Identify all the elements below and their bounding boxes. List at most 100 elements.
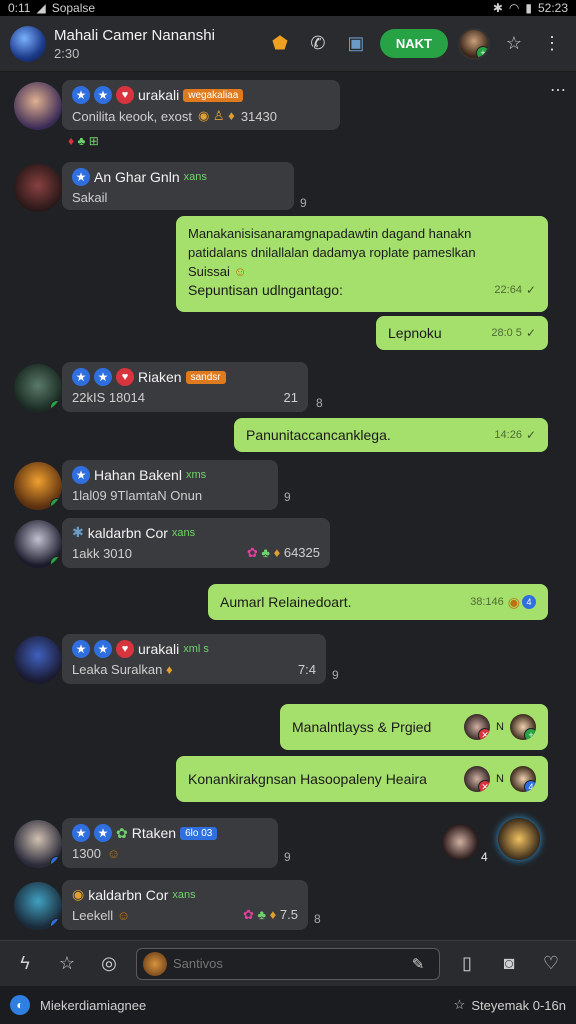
reaction-row[interactable]: ♦ ♣ ⊞ [68,134,99,148]
status-app: Sopalse [51,1,96,15]
bottom-bar: ◐ Miekerdiamiagnee ☆ Steyemak 0-16n [0,986,576,1024]
participant-avatar[interactable]: ✕ [464,714,491,740]
emoji-icon: ☺ [116,907,131,923]
rank-tag: xms [185,469,207,481]
message-meta: 8 [314,912,321,926]
reaction-icon[interactable]: ♣ [77,134,85,148]
reaction-icon[interactable]: ⊞ [89,134,99,148]
incoming-message[interactable]: ★ Hahan Bakenl xms 1lal09 9TlamtaN Onun [62,460,278,510]
message-text: Konankirakgnsan Hasoopaleny Heaira [188,771,427,787]
sender-name[interactable]: Riaken [138,369,182,385]
incoming-message[interactable]: ★ ★ ♥ urakali wegakaliaa Conilita keook,… [62,80,340,130]
heart-icon[interactable]: ♡ [536,949,566,979]
incoming-message[interactable]: ★ ★ ♥ Riaken sandsr 22kIS 18014 21 [62,362,308,412]
sender-name[interactable]: urakali [138,87,179,103]
participant-avatar[interactable] [498,818,540,860]
message-text: Panunitaccancanklega. [246,427,391,443]
sender-name[interactable]: urakali [138,641,179,657]
sender-badge-icon: ✿ [116,824,128,841]
outgoing-message[interactable]: Konankirakgnsan Hasoopaleny Heaira ✕ N 4 [176,756,548,802]
reaction-icon[interactable]: ♦ [68,134,74,148]
sender-avatar[interactable] [14,82,62,130]
message-text: Lepnoku [388,325,442,341]
emoji-icon: ◉ ♙ ♦ [197,108,235,123]
chat-list[interactable]: ⋯ ★ ★ ♥ urakali wegakaliaa Conilita keoo… [0,72,576,940]
outgoing-message[interactable]: Lepnoku 28:0 5 ✓ [376,316,548,350]
sender-avatar[interactable]: + [14,462,62,510]
bottom-left-label[interactable]: Miekerdiamiagnee [40,998,146,1013]
message-text: Manakanisisanaramgnapadawtin dagand hana… [188,226,472,241]
camera-icon[interactable]: ◙ [494,949,524,979]
message-extra: 64325 [283,545,320,560]
online-badge: + [50,856,62,868]
sender-avatar[interactable] [14,636,62,684]
status-icon: 4 [522,595,536,609]
more-horiz-icon[interactable]: ⋯ [544,76,572,104]
group-avatar[interactable] [10,25,46,62]
message-text: Aumarl Relainedoart. [220,594,352,610]
bolt-icon[interactable]: ϟ [10,949,40,979]
online-badge: + [476,45,488,58]
sender-name[interactable]: Rtaken [132,825,176,841]
incoming-message[interactable]: ✱ kaldarbn Cor xans 1akk 3010 ✿ ♣ ♦ 6432… [62,518,330,568]
sender-avatar[interactable]: + [14,520,62,568]
rank-tag: xans [171,526,196,539]
pen-icon[interactable]: ✎ [403,949,433,979]
incoming-message[interactable]: ★ ★ ♥ urakali xml s Leaka Suralkan ♦ 7:4 [62,634,326,684]
star-icon[interactable]: ☆ [52,949,82,979]
more-vert-icon[interactable]: ⋮ [538,30,566,58]
message-input-field[interactable]: ✎ [136,947,440,980]
message-text: 1akk 3010 [72,545,132,561]
participant-badge: + [524,728,536,740]
sender-name[interactable]: kaldarbn Cor [88,525,168,541]
phone-icon[interactable]: ✆ [304,30,332,58]
message-text: Suissai [188,264,230,279]
message-extra: 31430 [240,108,277,124]
sender-avatar[interactable]: + [14,364,62,412]
incoming-message[interactable]: ★ ★ ✿ Rtaken 6lo 03 1300 ☺ [62,818,278,868]
sender-name[interactable]: Hahan Bakenl [94,467,182,483]
participant-avatar[interactable]: + [510,714,536,740]
outgoing-message[interactable]: Aumarl Relainedoart. 38:146 ◉ 4 [208,584,548,620]
next-button[interactable]: NAKT [379,29,448,58]
rank-tag: xans [172,888,196,901]
cards-icon[interactable]: ▣ [342,30,370,58]
star-icon[interactable]: ☆ [500,30,528,58]
user-avatar[interactable]: + [458,27,490,60]
sender-name[interactable]: An Ghar Gnln [94,169,180,185]
message-text: Manalntlayss & Prgied [292,719,432,735]
participant-avatar[interactable]: ✕ [464,766,491,792]
header-titles[interactable]: Mahali Camer Nananshi 2:30 [54,27,215,61]
incoming-message[interactable]: ★ An Ghar Gnln xans Sakail [62,162,294,210]
message-meta: 8 [316,396,323,410]
star-icon[interactable]: ☆ [454,997,466,1013]
status-time: 0:11 [8,1,31,15]
outgoing-message[interactable]: Manalntlayss & Prgied ✕ N + [280,704,548,750]
star-badge-icon: ★ [72,86,90,104]
participant-badge: ✕ [478,728,491,740]
attachment-icon[interactable]: ▯ [452,949,482,979]
chat-header: Mahali Camer Nananshi 2:30 ⬟ ✆ ▣ NAKT + … [0,16,576,72]
participant-avatar[interactable]: 4 [510,766,536,792]
emoji-icon: ♦ [269,907,277,922]
sticker-icon[interactable]: ◎ [94,949,124,979]
participant-label: 4 [481,850,488,864]
emoji-icon: ♦ [165,662,173,677]
message-input[interactable] [173,956,397,971]
participant-avatar[interactable] [442,824,478,860]
star-badge-icon: ★ [94,368,112,386]
incoming-message[interactable]: ◉ kaldarbn Cor xans Leekell ☺ ✿ ♣ ♦ 7.5 [62,880,308,930]
app-logo-icon[interactable]: ◐ [10,995,30,1015]
outgoing-message[interactable]: Manakanisisanaramgnapadawtin dagand hana… [176,216,548,312]
emoji-icon: ☺ [233,264,247,279]
sender-avatar[interactable]: + [14,820,62,868]
message-time: 21 [283,390,298,405]
bottom-right-label[interactable]: Steyemak 0-16n [471,998,566,1013]
sender-avatar[interactable] [14,164,62,212]
outgoing-message[interactable]: Panunitaccancanklega. 14:26 ✓ [234,418,548,452]
shield-icon[interactable]: ⬟ [266,30,294,58]
sender-name[interactable]: kaldarbn Cor [88,887,168,903]
sender-avatar[interactable]: + [14,882,62,930]
signal-icon: ◢ [36,1,46,15]
star-badge-icon: ★ [94,824,112,842]
